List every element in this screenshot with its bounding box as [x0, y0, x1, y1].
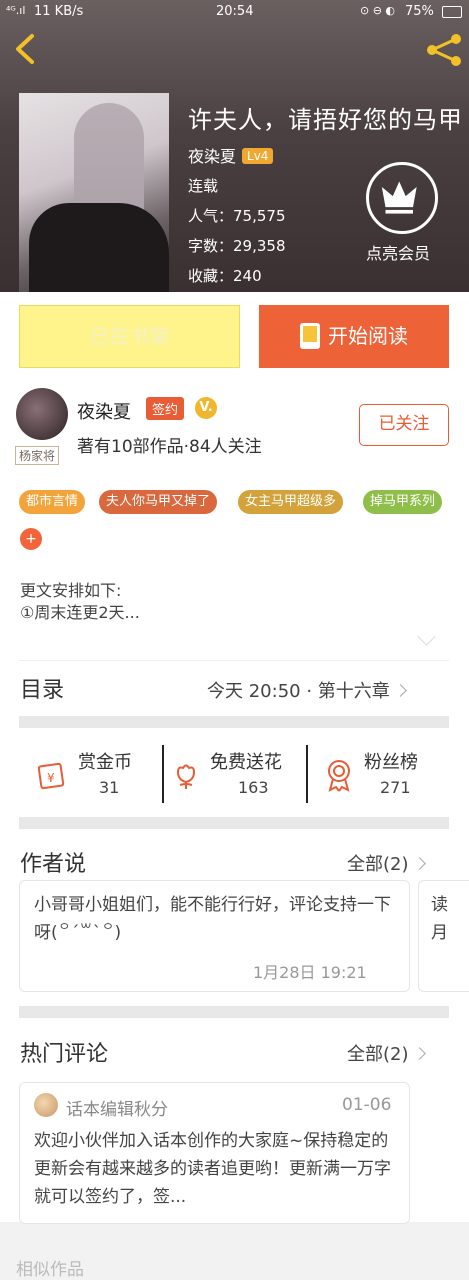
- divider: [19, 660, 449, 661]
- add-tag-button[interactable]: +: [20, 528, 42, 550]
- tag-chip[interactable]: 都市言情: [19, 490, 86, 514]
- start-reading-button[interactable]: 开始阅读: [259, 305, 449, 368]
- book-author[interactable]: 夜染夏: [188, 147, 236, 166]
- free-flowers-stat[interactable]: 免费送花 163: [170, 748, 313, 804]
- follow-button[interactable]: 已关注: [359, 404, 449, 446]
- book-cover[interactable]: [19, 93, 169, 292]
- signed-badge: 签约: [146, 397, 185, 420]
- avatar-title-tag: 杨家将: [15, 446, 60, 465]
- flower-icon: [176, 764, 196, 789]
- book-popularity: 人气：75,575: [188, 207, 286, 225]
- toc-title[interactable]: 目录: [20, 672, 64, 704]
- book-description[interactable]: 更文安排如下: ①周末连更2天...: [20, 580, 140, 624]
- commenter-avatar[interactable]: [34, 1093, 58, 1117]
- toc-latest-chapter[interactable]: 今天 20:50 · 第十六章: [207, 677, 407, 703]
- crown-icon[interactable]: [366, 162, 438, 234]
- battery-level: 75%: [405, 4, 434, 19]
- share-icon[interactable]: [424, 32, 464, 68]
- tag-chip[interactable]: 夫人你马甲又掉了: [99, 490, 218, 514]
- start-reading-label: 开始阅读: [328, 324, 408, 348]
- chevron-right-icon: [393, 684, 407, 697]
- author-name[interactable]: 夜染夏: [77, 398, 131, 424]
- stat-separator: [162, 745, 164, 803]
- signal-indicator: ⁴ᴳ.ıl: [6, 4, 26, 17]
- author-says-title: 作者说: [20, 852, 87, 877]
- fan-rank-stat[interactable]: 粉丝榜 271: [316, 748, 459, 804]
- author-says-all-link[interactable]: 全部(2): [347, 850, 426, 876]
- medal-icon: [328, 760, 350, 792]
- commenter-name[interactable]: 话本编辑秋分: [66, 1095, 168, 1120]
- tag-chip[interactable]: 掉马甲系列: [363, 490, 443, 514]
- clock: 20:54: [216, 4, 254, 19]
- book-status: 连载: [188, 177, 219, 195]
- level-badge: Lv4: [242, 148, 274, 164]
- network-speed: 11 KB/s: [34, 4, 84, 19]
- battery-icon: [442, 6, 462, 18]
- book-favorites: 收藏：240: [188, 267, 262, 285]
- divider: [19, 817, 449, 829]
- comment-card[interactable]: 话本编辑秋分 01-06 欢迎小伙伴加入话本创作的大家庭~保持稳定的更新会有越来…: [19, 1082, 410, 1224]
- similar-works-title: 相似作品: [16, 1260, 84, 1280]
- chevron-right-icon: [412, 857, 426, 870]
- author-note-time: 1月28日 19:21: [253, 963, 367, 982]
- verified-badge-icon: V.: [195, 397, 217, 419]
- author-avatar[interactable]: [16, 388, 68, 440]
- status-bar: ⁴ᴳ.ıl 11 KB/s 20:54 ⊙ ⊖ ◐ 75%: [0, 0, 469, 24]
- divider: [19, 716, 449, 728]
- vip-label[interactable]: 点亮会员: [366, 240, 430, 264]
- comment-text: 欢迎小伙伴加入话本创作的大家庭~保持稳定的更新会有越来越多的读者追更哟！更新满一…: [34, 1131, 391, 1207]
- reward-coins-stat[interactable]: ¥ 赏金币 31: [30, 748, 173, 804]
- book-word-count: 字数：29,358: [188, 237, 286, 255]
- author-stats: 著有10部作品·84人关注: [77, 437, 262, 457]
- next-note-card[interactable]: 读月: [418, 880, 469, 992]
- svg-text:¥: ¥: [47, 771, 55, 785]
- book-title: 许夫人，请捂好您的马甲: [188, 106, 463, 134]
- author-note-text: 小哥哥小姐姐们，能不能行行好，评论支持一下呀(꒪ˊ꒳ˋ꒪): [34, 895, 391, 943]
- chevron-right-icon: [412, 1047, 426, 1060]
- author-note-card[interactable]: 小哥哥小姐姐们，能不能行行好，评论支持一下呀(꒪ˊ꒳ˋ꒪) 1月28日 19:2…: [19, 880, 410, 992]
- hot-comments-title: 热门评论: [20, 1042, 109, 1067]
- tag-chip[interactable]: 女主马甲超级多: [238, 490, 344, 514]
- comment-date: 01-06: [342, 1095, 392, 1115]
- in-shelf-button[interactable]: 已在书架: [19, 305, 240, 368]
- status-icons: ⊙ ⊖ ◐: [360, 4, 396, 17]
- book-author-line: 夜染夏 Lv4: [188, 143, 274, 167]
- back-arrow-icon[interactable]: [10, 32, 40, 66]
- next-note-preview: 读月: [431, 895, 448, 943]
- divider: [19, 1006, 449, 1018]
- stat-separator: [306, 745, 308, 803]
- hot-comments-all-link[interactable]: 全部(2): [347, 1040, 426, 1066]
- reward-coin-icon: ¥: [37, 762, 65, 790]
- book-icon: [300, 323, 320, 349]
